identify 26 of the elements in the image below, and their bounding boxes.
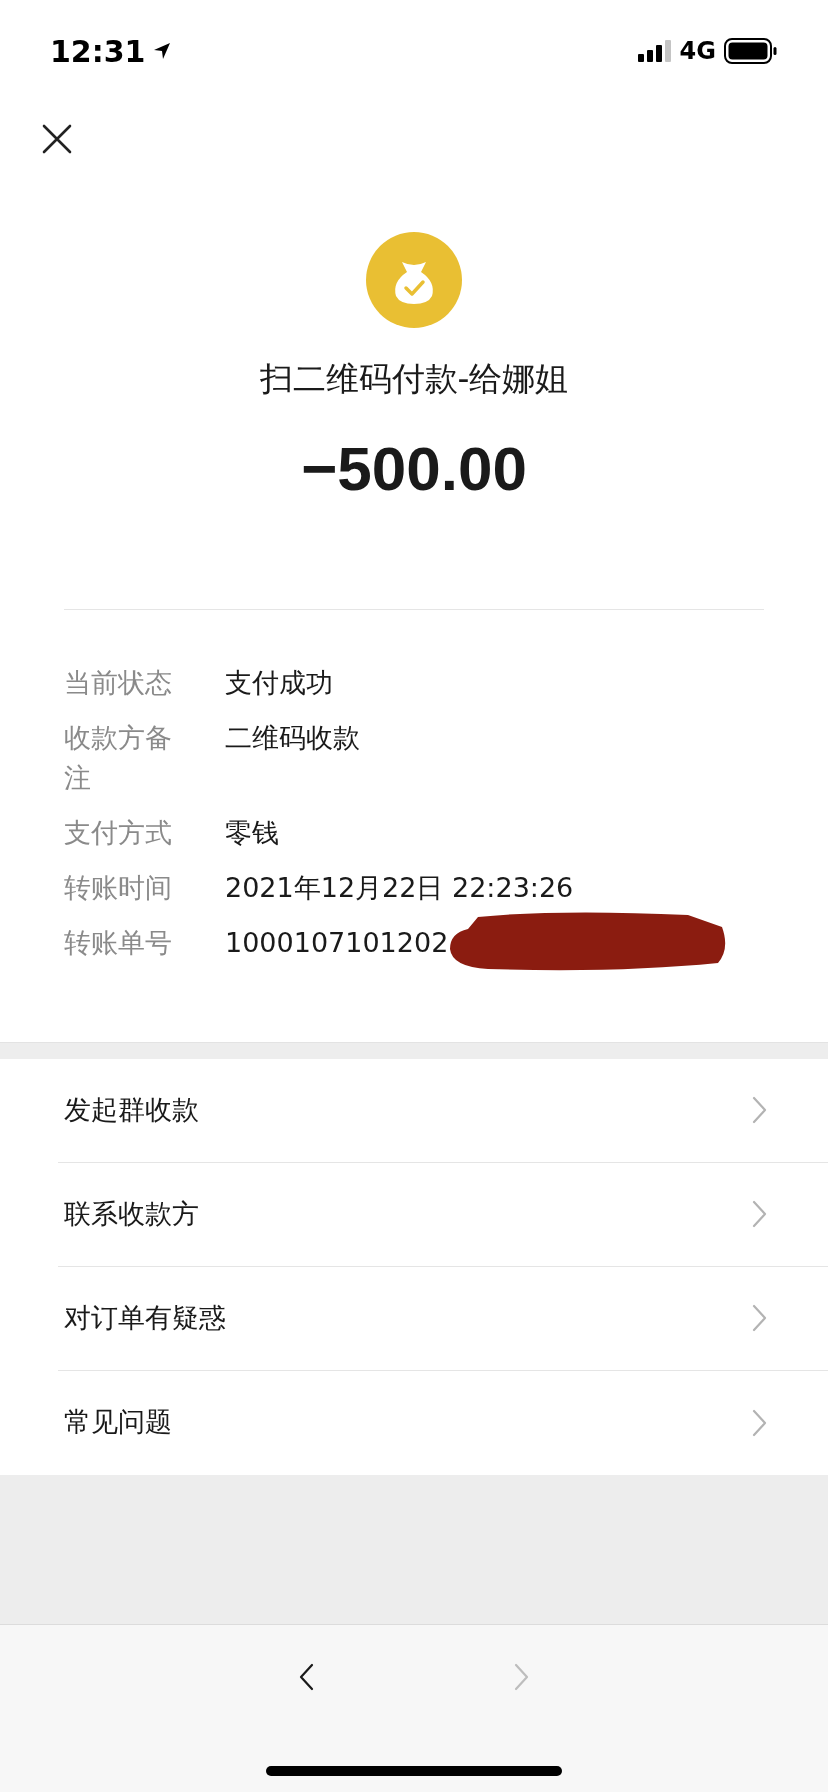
detail-value: 支付成功 bbox=[225, 665, 333, 700]
chevron-right-icon bbox=[751, 1304, 768, 1332]
network-label: 4G bbox=[679, 36, 716, 67]
detail-value: 2021年12月22日 22:23:26 bbox=[225, 870, 574, 905]
menu-item[interactable]: 对订单有疑惑 bbox=[58, 1266, 828, 1371]
chevron-right-icon bbox=[751, 1408, 768, 1437]
detail-value: 零钱 bbox=[225, 815, 279, 850]
menu-item[interactable]: 联系收款方 bbox=[58, 1162, 828, 1267]
chevron-right-icon bbox=[751, 1200, 768, 1228]
status-time: 12:31 bbox=[50, 32, 146, 71]
detail-label: 转账单号 bbox=[64, 925, 173, 960]
money-bag-icon bbox=[366, 232, 462, 328]
signal-icon bbox=[637, 40, 672, 62]
detail-label: 转账时间 bbox=[64, 870, 173, 905]
detail-label: 支付方式 bbox=[64, 815, 173, 850]
detail-label: 当前状态 bbox=[64, 665, 173, 700]
detail-value: 1000107101202 bbox=[225, 925, 449, 960]
battery-icon bbox=[724, 38, 778, 64]
close-button[interactable] bbox=[42, 124, 72, 154]
payment-amount: −500.00 bbox=[301, 432, 527, 505]
payment-title: 扫二维码付款-给娜姐 bbox=[259, 358, 569, 400]
detail-label: 收款方备注 bbox=[64, 720, 173, 795]
chevron-right-icon bbox=[751, 1096, 768, 1124]
menu-item[interactable]: 发起群收款 bbox=[58, 1058, 828, 1163]
detail-value: 二维码收款 bbox=[225, 720, 360, 755]
menu-item[interactable]: 常见问题 bbox=[58, 1370, 828, 1475]
